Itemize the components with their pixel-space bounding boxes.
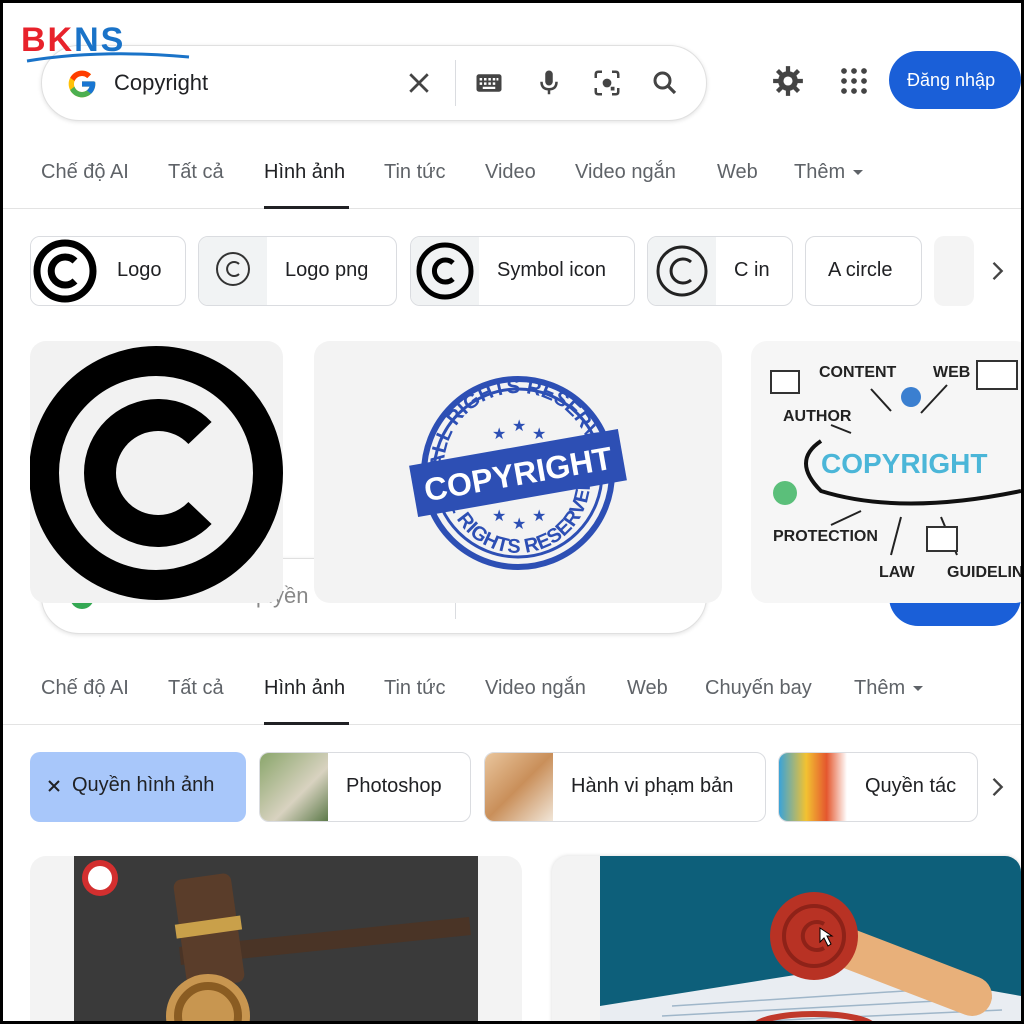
tab-more[interactable]: Thêm <box>794 161 864 184</box>
tab-ai-mode[interactable]: Chế độ AI <box>41 161 129 184</box>
chip-logo[interactable]: Logo <box>30 236 186 306</box>
gavel-copyright-image <box>74 856 478 1021</box>
diagram-word: WEB <box>933 364 970 381</box>
copyright-symbol-icon <box>648 237 716 305</box>
chip-label: A circle <box>828 259 893 281</box>
author-rights-thumb <box>779 753 847 821</box>
diagram-word: GUIDELIN <box>947 564 1021 581</box>
svg-text:★: ★ <box>512 418 526 435</box>
chip-label: Photoshop <box>346 775 442 797</box>
bkns-watermark-logo: BKNS <box>21 21 190 65</box>
tab-images-2[interactable]: Hình ảnh <box>264 677 345 700</box>
chip-label: Hành vi phạm bản <box>571 775 734 797</box>
image-result-copyright-diagram[interactable]: COPYRIGHT CONTENT WEB AUTHOR PROTECTION … <box>751 341 1021 603</box>
copyright-symbol-icon <box>199 237 267 305</box>
copyright-symbol-icon <box>31 237 99 305</box>
chip-symbol-icon[interactable]: Symbol icon <box>410 236 635 306</box>
clear-icon[interactable] <box>404 68 434 98</box>
diagram-word: AUTHOR <box>783 408 852 425</box>
chip-photoshop[interactable]: Photoshop <box>259 752 471 822</box>
chip-label: Logo <box>117 259 162 281</box>
active-tab-indicator <box>264 206 349 209</box>
tab-more-label: Thêm <box>794 161 846 183</box>
settings-gear-icon[interactable] <box>771 64 805 98</box>
tab-news-2[interactable]: Tin tức <box>384 677 446 700</box>
diagram-word: CONTENT <box>819 364 897 381</box>
chip-label: Quyền hình ảnh <box>72 774 215 796</box>
image-result-copyright-stamp[interactable]: ALL RIGHTS RESERVED ALL RIGHTS RESERVED … <box>314 341 722 603</box>
svg-text:★: ★ <box>512 516 526 533</box>
copyright-diagram-image: COPYRIGHT CONTENT WEB AUTHOR PROTECTION … <box>770 360 1021 581</box>
tab-images[interactable]: Hình ảnh <box>264 161 345 184</box>
active-tab-indicator <box>264 722 349 725</box>
search-query[interactable]: Copyright <box>114 70 208 96</box>
tab-web[interactable]: Web <box>717 161 758 184</box>
chip-image-rights-selected[interactable]: Quyền hình ảnh <box>30 752 246 822</box>
tab-short-videos-2[interactable]: Video ngắn <box>485 677 586 700</box>
tab-more-2[interactable]: Thêm <box>854 677 924 700</box>
chip-infringement[interactable]: Hành vi phạm bản <box>484 752 766 822</box>
top-tab-bar: Chế độ AI Tất cả Hình ảnh Tin tức Video … <box>3 143 1021 209</box>
svg-text:★: ★ <box>492 508 506 525</box>
chip-label: Logo png <box>285 259 369 281</box>
tab-more-label: Thêm <box>854 677 906 699</box>
lens-camera-icon[interactable] <box>592 68 622 98</box>
infringement-thumb <box>485 753 553 821</box>
chip-label: Quyền tác <box>865 775 957 797</box>
copyright-symbol-image <box>30 346 283 600</box>
search-divider <box>455 60 456 106</box>
google-g-icon <box>68 70 96 98</box>
svg-text:★: ★ <box>532 426 546 443</box>
image-result-stamp[interactable] <box>552 856 1021 1021</box>
keyboard-icon[interactable] <box>474 68 504 98</box>
microphone-icon[interactable] <box>534 68 564 98</box>
caret-down-icon <box>853 170 864 176</box>
chip-label: Symbol icon <box>497 259 606 281</box>
svg-text:★: ★ <box>492 426 506 443</box>
search-icon[interactable] <box>650 68 680 98</box>
photoshop-thumb <box>260 753 328 821</box>
chip-label: C in <box>734 259 770 281</box>
image-result-gavel[interactable] <box>30 856 522 1021</box>
diagram-center-text: COPYRIGHT <box>821 448 987 479</box>
tab-news[interactable]: Tin tức <box>384 161 446 184</box>
tab-videos[interactable]: Video <box>485 161 536 184</box>
sign-in-button[interactable]: Đăng nhập <box>889 51 1021 109</box>
copyright-rubber-stamp-image <box>600 856 1021 1021</box>
close-icon[interactable] <box>46 778 62 794</box>
apps-grid-icon[interactable] <box>839 66 869 96</box>
bottom-tab-bar: Chế độ AI Tất cả Hình ảnh Tin tức Video … <box>3 659 1021 725</box>
tab-flights-2[interactable]: Chuyến bay <box>705 677 812 700</box>
chip-c-in[interactable]: C in <box>647 236 793 306</box>
chip-logo-png[interactable]: Logo png <box>198 236 397 306</box>
chevron-right-icon[interactable] <box>983 257 1011 285</box>
chip-a-circle[interactable]: A circle <box>805 236 922 306</box>
copyright-symbol-icon <box>411 237 479 305</box>
caret-down-icon <box>913 686 924 692</box>
tab-ai-mode-2[interactable]: Chế độ AI <box>41 677 129 700</box>
svg-text:★: ★ <box>532 508 546 525</box>
copyright-stamp-image: ALL RIGHTS RESERVED ALL RIGHTS RESERVED … <box>409 376 627 570</box>
chip-partial-thumb[interactable] <box>934 236 974 306</box>
diagram-word: PROTECTION <box>773 528 878 545</box>
chevron-right-icon[interactable] <box>983 773 1011 801</box>
screenshot-frame: BKNS Copyright Đăng nhập Chế độ AI Tất c… <box>3 3 1021 1021</box>
diagram-word: LAW <box>879 564 915 581</box>
chip-author-rights[interactable]: Quyền tác <box>778 752 978 822</box>
image-result-copyright-logo[interactable] <box>30 341 283 603</box>
tab-short-videos[interactable]: Video ngắn <box>575 161 676 184</box>
tab-all-2[interactable]: Tất cả <box>168 677 224 700</box>
tab-all[interactable]: Tất cả <box>168 161 224 184</box>
tab-web-2[interactable]: Web <box>627 677 668 700</box>
